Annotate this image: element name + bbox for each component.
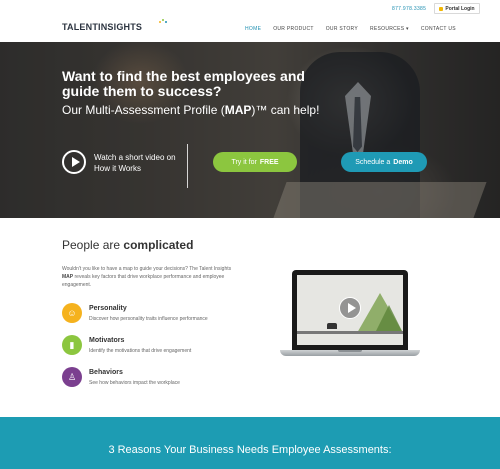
video-car	[327, 323, 337, 329]
feature-desc: Discover how personality traits influenc…	[89, 316, 208, 322]
page: TALENTINSIGHTS 877.978.3385 Portal Login…	[0, 0, 500, 469]
nav-contact-us[interactable]: CONTACT US	[421, 26, 456, 32]
hero-title: Want to find the best employees and guid…	[62, 68, 305, 99]
schedule-demo-button[interactable]: Schedule a Demo	[341, 152, 427, 172]
try-free-prefix: Try it for	[231, 158, 257, 166]
person-icon: ♙	[62, 367, 82, 387]
site-header: TALENTINSIGHTS 877.978.3385 Portal Login…	[0, 0, 500, 42]
watch-video-label: Watch a short video on How it Works	[94, 153, 176, 173]
laptop-video[interactable]	[280, 270, 420, 360]
portal-login-label: Portal Login	[445, 5, 475, 12]
video-play-icon[interactable]	[339, 297, 361, 319]
intro-part-b: reveals key factors that drive workplace…	[62, 274, 225, 288]
section-title-bold: complicated	[123, 238, 194, 252]
nav-our-story[interactable]: OUR STORY	[326, 26, 358, 32]
feature-motivators: ▮ Motivators Identify the motivations th…	[62, 335, 262, 357]
reasons-title: 3 Reasons Your Business Needs Employee A…	[108, 444, 392, 456]
feature-personality: ☺ Personality Discover how personality t…	[62, 303, 262, 325]
section-title: People are complicated	[62, 238, 193, 252]
nav-home[interactable]: HOME	[245, 26, 261, 32]
feature-desc: See how behaviors impact the workplace	[89, 380, 180, 386]
battery-icon: ▮	[62, 335, 82, 355]
section-intro: Wouldn't you like to have a map to guide…	[62, 265, 242, 289]
main-nav: HOME OUR PRODUCT OUR STORY RESOURCES ▾ C…	[245, 26, 456, 32]
try-free-button[interactable]: Try it for FREE	[213, 152, 297, 172]
nav-our-product[interactable]: OUR PRODUCT	[273, 26, 314, 32]
video-screen	[297, 275, 403, 345]
laptop-base	[280, 350, 420, 356]
intro-map: MAP	[62, 274, 74, 280]
try-free-bold: FREE	[259, 158, 279, 166]
schedule-demo-prefix: Schedule a	[355, 158, 391, 166]
logo-dots-icon	[159, 19, 169, 25]
watch-video-link[interactable]: Watch a short video on How it Works	[62, 150, 190, 188]
hero-subtitle-suffix: )™ can help!	[251, 103, 320, 117]
hero-banner: Want to find the best employees and guid…	[0, 42, 500, 218]
portal-login-button[interactable]: Portal Login	[434, 3, 480, 14]
reasons-banner	[0, 417, 500, 469]
hero-subtitle: Our Multi-Assessment Profile (MAP)™ can …	[62, 103, 319, 117]
phone-number[interactable]: 877.978.3385	[392, 6, 426, 12]
feature-title: Motivators	[89, 337, 125, 344]
nav-resources[interactable]: RESOURCES ▾	[370, 26, 409, 32]
intro-part-a: Wouldn't you like to have a map to guide…	[62, 266, 232, 272]
hero-subtitle-prefix: Our Multi-Assessment Profile (	[62, 103, 225, 117]
lock-icon	[439, 6, 444, 11]
personality-icon: ☺	[62, 303, 82, 323]
schedule-demo-bold: Demo	[393, 158, 413, 166]
feature-title: Personality	[89, 305, 127, 312]
section-title-prefix: People are	[62, 238, 121, 252]
play-icon	[62, 150, 86, 174]
laptop-screen-frame	[292, 270, 408, 350]
video-road	[297, 331, 403, 334]
feature-title: Behaviors	[89, 369, 123, 376]
hero-subtitle-map: MAP	[224, 103, 252, 117]
feature-behaviors: ♙ Behaviors See how behaviors impact the…	[62, 367, 262, 389]
logo-text: TALENTINSIGHTS	[62, 22, 143, 32]
logo[interactable]: TALENTINSIGHTS	[62, 19, 167, 32]
hero-divider	[187, 144, 188, 188]
feature-desc: Identify the motivations that drive enga…	[89, 348, 192, 354]
